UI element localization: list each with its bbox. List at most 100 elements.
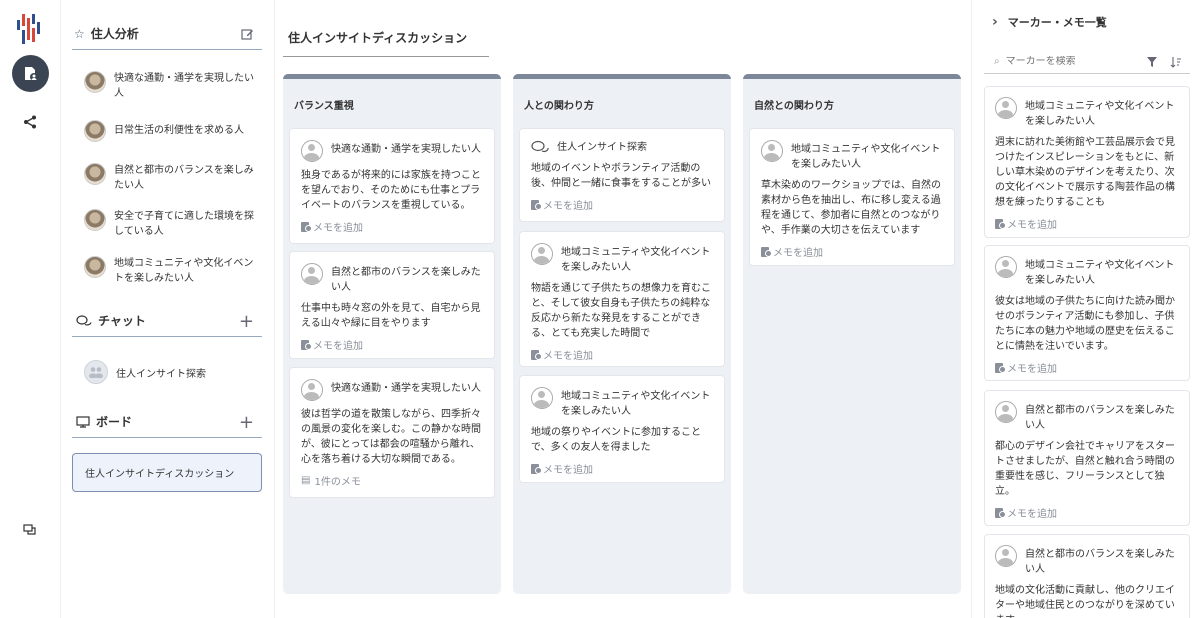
marker-memo-panel: › マーカー・メモ一覧 ⌕ 地域コミュニティや文化イベントを楽しみたい人 週末に… bbox=[971, 0, 1200, 618]
card-body: 仕事中も時々窓の外を見て、自宅から見える山々や緑に目をやります bbox=[301, 303, 481, 329]
card-body: 地域の文化活動に貢献し、他のクリエイターや地域住民とのつながりを深めています。 bbox=[995, 585, 1175, 618]
card-persona: 地域コミュニティや文化イベントを楽しみたい人 bbox=[1025, 101, 1175, 127]
memo-label: メモを追加 bbox=[1007, 364, 1057, 375]
board-section-header: ボード + bbox=[72, 406, 262, 438]
memo-card[interactable]: 地域コミュニティや文化イベントを楽しみたい人 彼女は地域の子供たちに向けた読み聞… bbox=[984, 245, 1190, 381]
card-persona: 自然と都市のバランスを楽しみたい人 bbox=[1025, 549, 1175, 575]
chevron-right-icon[interactable]: › bbox=[992, 14, 998, 30]
insight-card[interactable]: 住人インサイト探索 地域のイベントやボランティア活動の後、仲間と一緒に食事をする… bbox=[519, 128, 725, 222]
share-icon bbox=[24, 115, 36, 129]
memo-icon bbox=[761, 246, 772, 257]
avatar bbox=[84, 209, 106, 231]
memo-card[interactable]: 自然と都市のバランスを楽しみたい人 地域の文化活動に貢献し、他のクリエイターや地… bbox=[984, 534, 1190, 618]
edit-button[interactable] bbox=[241, 25, 254, 46]
card-body: 独身であるが将来的には家族を持つことを望んでおり、そのためにも仕事とプライベート… bbox=[301, 170, 481, 211]
chat-item[interactable]: 住人インサイト探索 bbox=[84, 360, 206, 384]
add-chat-button[interactable]: + bbox=[239, 311, 254, 332]
user-icon bbox=[301, 140, 323, 162]
add-memo-button[interactable]: メモを追加 bbox=[531, 197, 713, 212]
memo-label: メモを追加 bbox=[1007, 509, 1057, 520]
user-icon bbox=[995, 97, 1017, 119]
memo-icon bbox=[531, 199, 542, 210]
insight-card[interactable]: 快適な通勤・通学を実現したい人 彼は哲学の道を散策しながら、四季折々の風景の変化… bbox=[289, 367, 495, 498]
chat-icon bbox=[531, 140, 549, 152]
persona-section-title: 住人分析 bbox=[90, 27, 139, 41]
persona-item[interactable]: 快適な通勤・通学を実現したい人 bbox=[84, 71, 254, 101]
share-nav-button[interactable] bbox=[22, 114, 38, 130]
column-title: バランス重視 bbox=[294, 101, 354, 112]
user-icon bbox=[995, 401, 1017, 423]
filter-icon[interactable] bbox=[1146, 56, 1158, 68]
insight-card[interactable]: 地域コミュニティや文化イベントを楽しみたい人 地域の祭りやイベントに参加すること… bbox=[519, 375, 725, 483]
card-persona: 快適な通勤・通学を実現したい人 bbox=[331, 383, 481, 394]
user-icon bbox=[531, 387, 553, 409]
insight-card[interactable]: 自然と都市のバランスを楽しみたい人 仕事中も時々窓の外を見て、自宅から見える山々… bbox=[289, 251, 495, 359]
avatar bbox=[84, 256, 106, 278]
persona-item[interactable]: 自然と都市のバランスを楽しみたい人 bbox=[84, 163, 254, 193]
add-memo-button[interactable]: メモを追加 bbox=[301, 337, 483, 352]
memo-icon bbox=[995, 362, 1006, 373]
memo-icon bbox=[995, 507, 1006, 518]
memo-label: メモを追加 bbox=[543, 351, 593, 362]
sidebar: ☆ 住人分析 快適な通勤・通学を実現したい人 日常生活の利便性を求める人 自然と… bbox=[61, 0, 275, 618]
add-memo-button[interactable]: メモを追加 bbox=[995, 505, 1179, 520]
add-memo-button[interactable]: メモを追加 bbox=[301, 219, 483, 234]
column-title: 人との関わり方 bbox=[524, 101, 594, 112]
star-icon: ☆ bbox=[74, 26, 85, 41]
card-persona: 自然と都市のバランスを楽しみたい人 bbox=[331, 267, 481, 293]
persona-section-header: ☆ 住人分析 bbox=[72, 18, 262, 50]
memo-label: メモを追加 bbox=[313, 223, 363, 234]
persona-label: 地域コミュニティや文化イベントを楽しみたい人 bbox=[114, 258, 254, 284]
memo-label: 1件のメモ bbox=[314, 477, 361, 488]
persona-item[interactable]: 地域コミュニティや文化イベントを楽しみたい人 bbox=[84, 256, 254, 286]
board-title-tab[interactable]: 住人インサイトディスカッション bbox=[283, 28, 489, 57]
add-memo-button[interactable]: メモを追加 bbox=[995, 360, 1179, 375]
user-icon bbox=[761, 140, 783, 162]
add-memo-button[interactable]: メモを追加 bbox=[995, 216, 1179, 231]
board-item-selected[interactable]: 住人インサイトディスカッション bbox=[72, 453, 262, 492]
card-body: 彼女は地域の子供たちに向けた読み聞かせのボランティア活動にも参加し、子供たちに本… bbox=[995, 296, 1175, 352]
card-body: 地域のイベントやボランティア活動の後、仲間と一緒に食事をすることが多い bbox=[531, 163, 711, 189]
add-memo-button[interactable]: メモを追加 bbox=[531, 347, 713, 362]
memo-label: メモを追加 bbox=[543, 201, 593, 212]
memo-icon bbox=[531, 463, 542, 474]
user-icon bbox=[995, 256, 1017, 278]
insight-card[interactable]: 地域コミュニティや文化イベントを楽しみたい人 草木染めのワークショップでは、自然… bbox=[749, 128, 955, 266]
persona-label: 自然と都市のバランスを楽しみたい人 bbox=[114, 165, 254, 191]
panel-title: マーカー・メモ一覧 bbox=[1007, 16, 1107, 29]
add-board-button[interactable]: + bbox=[239, 412, 254, 433]
column-title: 自然との関わり方 bbox=[754, 101, 834, 112]
page-title: 住人インサイトディスカッション bbox=[288, 31, 468, 45]
documents-nav-button[interactable] bbox=[12, 55, 49, 92]
board-column: 人との関わり方 住人インサイト探索 地域のイベントやボランティア活動の後、仲間と… bbox=[513, 74, 731, 594]
sort-icon[interactable] bbox=[1170, 56, 1182, 68]
insight-card[interactable]: 地域コミュニティや文化イベントを楽しみたい人 物語を通じて子供たちの想像力を育む… bbox=[519, 231, 725, 367]
card-persona: 自然と都市のバランスを楽しみたい人 bbox=[1025, 405, 1175, 431]
card-persona: 地域コミュニティや文化イベントを楽しみたい人 bbox=[561, 391, 711, 417]
add-memo-button[interactable]: メモを追加 bbox=[761, 244, 943, 259]
memo-card[interactable]: 地域コミュニティや文化イベントを楽しみたい人 週末に訪れた美術館や工芸品展示会で… bbox=[984, 86, 1190, 238]
add-memo-button[interactable]: メモを追加 bbox=[531, 461, 713, 476]
memo-count-button[interactable]: ▤ 1件のメモ bbox=[301, 473, 483, 488]
memo-card[interactable]: 自然と都市のバランスを楽しみたい人 都心のデザイン会社でキャリアをスタートさせま… bbox=[984, 390, 1190, 526]
memo-icon bbox=[995, 218, 1006, 229]
card-source: 住人インサイト探索 bbox=[557, 142, 647, 153]
user-icon bbox=[531, 243, 553, 265]
persona-item[interactable]: 安全で子育てに適した環境を探している人 bbox=[84, 209, 254, 239]
insight-card[interactable]: 快適な通勤・通学を実現したい人 独身であるが将来的には家族を持つことを望んでおり… bbox=[289, 128, 495, 244]
chat-bubbles-icon bbox=[23, 524, 36, 535]
board-icon bbox=[76, 415, 90, 428]
feedback-nav-button[interactable] bbox=[22, 522, 38, 538]
card-body: 彼は哲学の道を散策しながら、四季折々の風景の変化を楽しむ。この静かな時間が、彼に… bbox=[301, 409, 481, 465]
search-input[interactable] bbox=[1005, 56, 1146, 67]
card-body: 都心のデザイン会社でキャリアをスタートさせましたが、自然と触れ合う時間の重要性を… bbox=[995, 441, 1175, 497]
user-icon bbox=[301, 263, 323, 285]
card-body: 草木染めのワークショップでは、自然の素材から色を抽出し、布に移し変える過程を通じ… bbox=[761, 180, 941, 236]
marker-search: ⌕ bbox=[984, 50, 1190, 74]
chat-icon bbox=[76, 314, 92, 325]
note-icon: ▤ bbox=[301, 475, 311, 486]
memo-label: メモを追加 bbox=[773, 248, 823, 259]
memo-icon bbox=[301, 339, 312, 350]
persona-item[interactable]: 日常生活の利便性を求める人 bbox=[84, 120, 254, 142]
board-section-title: ボード bbox=[96, 415, 133, 429]
